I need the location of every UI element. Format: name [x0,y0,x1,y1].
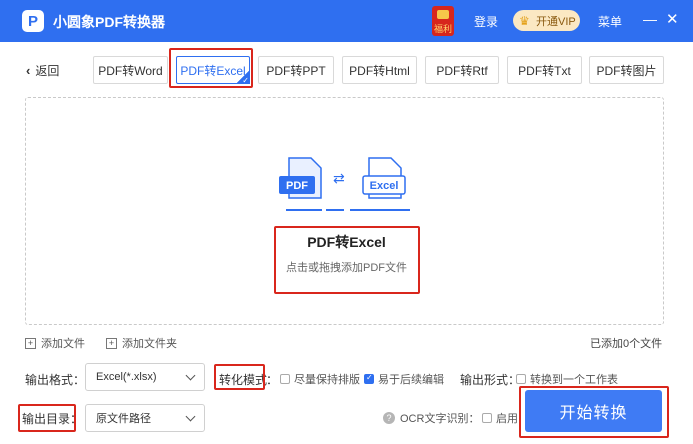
add-folder-button[interactable]: + 添加文件夹 [106,335,177,351]
file-drop-zone[interactable] [25,97,664,325]
back-button[interactable]: ‹ 返回 [26,62,59,79]
add-file-icon: + [25,337,36,349]
drop-zone-hint[interactable]: 点击或拖拽添加PDF文件 [0,259,693,275]
excel-file-icon: Excel [362,157,406,199]
checkbox-icon [482,413,492,423]
added-count-text: 已添加0个文件 [590,338,663,350]
chevron-down-icon [185,411,196,422]
tab-pdf-to-word[interactable]: PDF转Word [93,56,168,84]
checkbox-checked-icon [364,373,374,384]
app-logo-icon: P [22,10,44,32]
output-format-select[interactable]: Excel(*.xlsx) [85,363,205,391]
convert-mode-colon: ： [266,373,279,387]
mode-keep-layout-checkbox[interactable]: 尽量保持排版 [280,371,360,387]
ocr-label: OCR文字识别： [400,413,480,425]
close-icon[interactable]: ✕ [666,10,679,28]
underline-decoration [350,209,410,211]
vip-label: 开通VIP [536,15,576,28]
output-one-sheet-checkbox[interactable]: 转换到一个工作表 [516,371,618,387]
selected-check-icon [236,70,250,85]
output-format-value: Excel(*.xlsx) [96,371,157,383]
mode-keep-layout-label: 尽量保持排版 [294,374,360,386]
underline-decoration [326,209,344,211]
pdf-file-icon: PDF [279,157,322,199]
tab-pdf-to-image[interactable]: PDF转图片 [589,56,664,84]
output-one-sheet-label: 转换到一个工作表 [530,374,618,386]
title-bar: P 小圆象PDF转换器 福利 登录 ♛ 开通VIP 菜单 — ✕ [0,0,693,42]
chevron-left-icon: ‹ [26,63,31,78]
start-convert-button[interactable]: 开始转换 [525,390,662,432]
ocr-enable-label: 启用 [496,413,518,425]
add-file-label: 添加文件 [41,338,85,350]
output-dir-colon: ： [70,412,83,426]
tab-pdf-to-ppt[interactable]: PDF转PPT [258,56,334,84]
output-dir-select[interactable]: 原文件路径 [85,404,205,432]
minimize-icon[interactable]: — [643,11,657,27]
vip-button[interactable]: ♛ 开通VIP [513,10,580,31]
output-format-label: 输出格式： [25,373,86,387]
ocr-option: ? OCR文字识别： [383,410,479,426]
tab-pdf-to-excel[interactable]: PDF转Excel [176,56,250,85]
chevron-down-icon [185,370,196,381]
ocr-enable-checkbox[interactable]: 启用 [482,410,518,426]
checkbox-icon [516,374,526,384]
svg-text:PDF: PDF [286,180,308,192]
login-link[interactable]: 登录 [474,13,498,30]
app-title: 小圆象PDF转换器 [53,14,165,30]
add-folder-label: 添加文件夹 [122,338,177,350]
tab-pdf-to-html[interactable]: PDF转Html [342,56,417,84]
output-form-label: 输出形式： [460,373,521,387]
help-icon[interactable]: ? [383,412,395,424]
checkbox-icon [280,374,290,384]
mode-easy-edit-checkbox[interactable]: 易于后续编辑 [364,371,444,387]
output-dir-value: 原文件路径 [96,413,151,425]
back-label: 返回 [35,64,60,78]
tab-pdf-to-rtf[interactable]: PDF转Rtf [425,56,499,84]
mode-easy-edit-label: 易于后续编辑 [378,374,444,386]
output-dir-label: 输出目录 [22,412,71,426]
menu-button[interactable]: 菜单 [598,13,622,30]
add-folder-icon: + [106,337,117,349]
add-file-button[interactable]: + 添加文件 [25,335,85,351]
convert-arrows-icon: ⇄ [333,170,345,186]
svg-text:Excel: Excel [370,180,399,192]
convert-mode-label: 转化模式 [219,373,268,387]
tab-pdf-to-txt[interactable]: PDF转Txt [507,56,582,84]
crown-icon: ♛ [519,13,530,28]
gift-icon[interactable]: 福利 [432,6,454,36]
drop-zone-title: PDF转Excel [307,234,386,250]
underline-decoration [286,209,322,211]
